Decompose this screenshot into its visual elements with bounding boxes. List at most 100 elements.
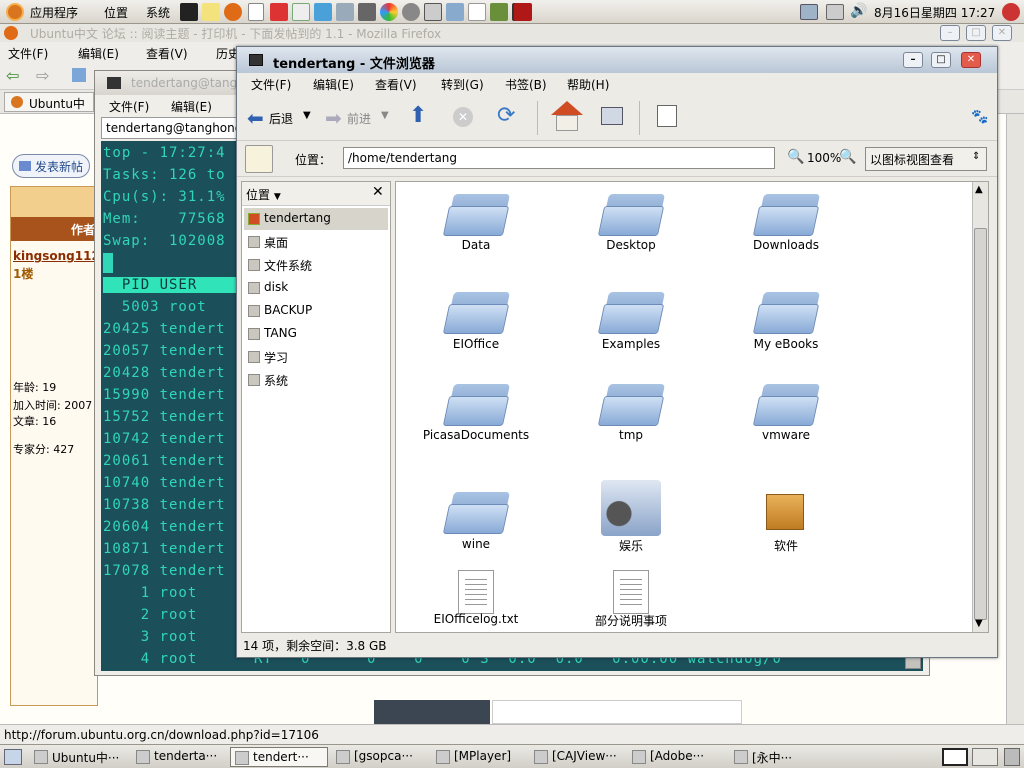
zoom-out-icon[interactable]: 🔍 [787, 149, 804, 165]
bird-launcher-icon[interactable] [358, 3, 376, 21]
taskbar-button[interactable]: [CAJView··· [530, 747, 624, 767]
notes-launcher-icon[interactable] [468, 3, 486, 21]
display-tray-icon[interactable] [826, 4, 844, 20]
file-item[interactable]: tmp [561, 364, 701, 446]
sidebar-header[interactable]: 位置 ▼ ✕ [242, 182, 390, 206]
post-new-button[interactable]: 发表新帖 [12, 154, 90, 178]
books-launcher-icon[interactable] [490, 3, 508, 21]
stop-icon[interactable]: ✕ [453, 107, 473, 127]
firefox-reload-icon[interactable] [72, 68, 86, 82]
file-item[interactable]: PicasaDocuments [406, 364, 546, 446]
sidebar-item[interactable]: tendertang [244, 208, 388, 230]
applications-menu[interactable]: 应用程序 [30, 4, 78, 21]
trash-icon[interactable] [1004, 748, 1020, 766]
places-menu[interactable]: 位置 [104, 4, 128, 21]
gimp-launcher-icon[interactable] [402, 3, 420, 21]
forward-button[interactable]: ➡ 前进 ▼ [323, 105, 395, 131]
workspace-switcher-2[interactable] [972, 748, 998, 766]
file-item[interactable]: 娱乐 [561, 472, 701, 555]
view-mode-select[interactable]: 以图标视图查看 ⇕ [865, 147, 987, 171]
picasa-launcher-icon[interactable] [380, 3, 398, 21]
firefox-menu-view[interactable]: 查看(V) [146, 45, 188, 62]
sidebar-close-icon[interactable]: ✕ [372, 184, 384, 200]
firefox-menu-edit[interactable]: 编辑(E) [78, 45, 119, 62]
computer-icon[interactable] [601, 107, 623, 125]
username-link[interactable]: kingsong112 [13, 249, 100, 263]
show-desktop-icon[interactable] [4, 749, 22, 765]
taskbar-button[interactable]: [Adobe··· [628, 747, 726, 767]
system-menu[interactable]: 系统 [146, 4, 170, 21]
sidebar-item[interactable]: BACKUP [244, 300, 388, 322]
firefox-scrollbar[interactable] [1006, 114, 1024, 724]
sidebar-item[interactable]: TANG [244, 323, 388, 345]
text-editor-launcher-icon[interactable] [202, 3, 220, 21]
network-launcher-icon[interactable] [336, 3, 354, 21]
icon-view-scrollbar[interactable]: ▲ ▼ [972, 182, 988, 632]
firefox-menu-file[interactable]: 文件(F) [8, 45, 48, 62]
firefox-minimize-button[interactable]: – [940, 25, 960, 41]
file-item[interactable]: Desktop [561, 182, 701, 256]
reload-icon[interactable]: ⟳ [497, 103, 515, 128]
firefox-launcher-icon[interactable] [224, 3, 242, 21]
taskbar-button[interactable]: tenderta··· [132, 747, 226, 767]
file-browser-maximize-button[interactable]: □ [931, 52, 951, 68]
terminal-tab[interactable]: tendertang@tanghong [101, 117, 242, 139]
taskbar-button[interactable]: [永中··· [730, 747, 830, 767]
menu-view[interactable]: 查看(V) [375, 76, 417, 93]
pdf-launcher-icon[interactable] [270, 3, 288, 21]
file-item[interactable]: EIOffice [406, 272, 546, 355]
up-arrow-icon[interactable]: ⬆ [409, 103, 427, 128]
terminal-launcher-icon[interactable] [180, 3, 198, 21]
firefox-close-button[interactable]: ✕ [992, 25, 1012, 41]
file-item[interactable]: Data [406, 182, 546, 256]
search-icon[interactable] [657, 105, 677, 127]
menu-go[interactable]: 转到(G) [441, 76, 484, 93]
terminal-menu-edit[interactable]: 编辑(E) [171, 98, 212, 115]
file-browser-close-button[interactable]: ✕ [961, 52, 981, 68]
scroll-down-icon[interactable]: ▼ [975, 618, 983, 629]
menu-help[interactable]: 帮助(H) [567, 76, 609, 93]
volume-icon[interactable]: 🔊 [850, 3, 867, 19]
puzzle-launcher-icon[interactable] [314, 3, 332, 21]
workspace-switcher[interactable] [942, 748, 968, 766]
menu-file[interactable]: 文件(F) [251, 76, 291, 93]
sidebar-item[interactable]: 学习 [244, 346, 388, 368]
taskbar-button[interactable]: tendert··· [230, 747, 328, 767]
forward-dropdown-icon[interactable]: ▼ [381, 110, 389, 121]
spreadsheet-launcher-icon[interactable] [292, 3, 310, 21]
file-item[interactable]: EIOfficelog.txt [406, 564, 546, 630]
clock[interactable]: 8月16日星期四 17:27 [874, 4, 995, 21]
taskbar-button[interactable]: [gsopca··· [332, 747, 428, 767]
menu-edit[interactable]: 编辑(E) [313, 76, 354, 93]
edit-location-icon[interactable] [245, 145, 273, 173]
sidebar-item[interactable]: disk [244, 277, 388, 299]
sidebar-item[interactable]: 系统 [244, 369, 388, 391]
taskbar-button[interactable]: Ubuntu中··· [30, 747, 128, 767]
ubuntu-logo-icon[interactable] [6, 3, 24, 21]
scroll-up-icon[interactable]: ▲ [975, 184, 983, 195]
power-icon[interactable] [1002, 3, 1020, 21]
player-launcher-icon[interactable] [424, 3, 442, 21]
back-dropdown-icon[interactable]: ▼ [303, 110, 311, 121]
file-item[interactable]: Downloads [716, 182, 856, 256]
file-item[interactable]: vmware [716, 364, 856, 446]
file-item[interactable]: 部分说明事项 [561, 564, 701, 630]
rubygem-launcher-icon[interactable] [514, 3, 532, 21]
terminal-menu-file[interactable]: 文件(F) [109, 98, 149, 115]
file-item[interactable]: wine [406, 472, 546, 555]
sidebar-item[interactable]: 文件系统 [244, 254, 388, 276]
sidebar-item[interactable]: 桌面 [244, 231, 388, 253]
file-item[interactable]: 软件 [716, 472, 856, 555]
firefox-forward-icon[interactable]: ⇨ [36, 66, 49, 85]
menu-bookmarks[interactable]: 书签(B) [505, 76, 547, 93]
icon-view[interactable]: Data Desktop Downloads EIOffice Examples My e… [395, 181, 989, 633]
back-button[interactable]: ⬅ 后退 ▼ [245, 105, 317, 131]
file-browser-minimize-button[interactable]: – [903, 52, 923, 68]
location-input[interactable] [343, 147, 775, 169]
firefox-tab[interactable]: Ubuntu中文 [4, 92, 94, 128]
file-item[interactable]: Examples [561, 272, 701, 355]
zoom-level[interactable]: 100% [807, 151, 841, 165]
firefox-maximize-button[interactable]: □ [966, 25, 986, 41]
zoom-in-icon[interactable]: 🔍 [839, 149, 856, 165]
firefox-back-icon[interactable]: ⇦ [6, 66, 19, 85]
